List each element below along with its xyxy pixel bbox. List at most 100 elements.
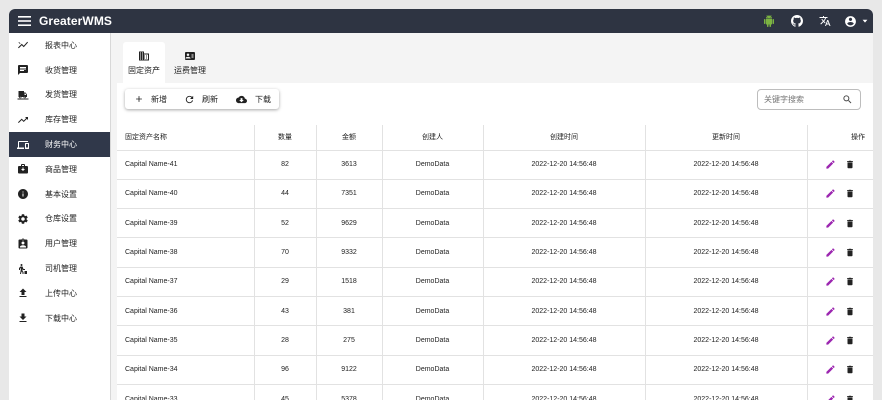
trash-icon[interactable] [845, 335, 855, 346]
table-row[interactable]: Capital Name-34 96 9122 DemoData 2022-12… [117, 355, 873, 385]
trash-icon[interactable] [845, 364, 855, 375]
trash-icon[interactable] [845, 247, 855, 258]
sidebar-item-basic-settings[interactable]: 基本设置 [9, 182, 110, 207]
cell-creator: DemoData [382, 208, 484, 239]
add-button[interactable]: 新增 [125, 89, 175, 109]
table-row[interactable]: Capital Name-37 29 1518 DemoData 2022-12… [117, 267, 873, 297]
pencil-icon[interactable] [825, 188, 836, 199]
cell-actions [807, 325, 873, 356]
table-row[interactable]: Capital Name-36 43 381 DemoData 2022-12-… [117, 296, 873, 327]
cell-creator: DemoData [382, 267, 484, 297]
driver-icon [9, 263, 37, 275]
sidebar-item-download[interactable]: 下载中心 [9, 306, 110, 331]
download-icon [9, 312, 37, 324]
pencil-icon[interactable] [825, 364, 836, 375]
table-row[interactable]: Capital Name-39 52 9629 DemoData 2022-12… [117, 208, 873, 239]
trash-icon[interactable] [845, 306, 855, 317]
pencil-icon[interactable] [825, 276, 836, 287]
translate-icon[interactable] [811, 9, 839, 33]
tab-freight[interactable]: 运费管理 [169, 42, 211, 83]
cell-qty: 45 [254, 384, 317, 400]
cell-created: 2022-12-20 14:56:48 [483, 267, 646, 297]
github-icon[interactable] [783, 9, 811, 33]
pencil-icon[interactable] [825, 247, 836, 258]
table-row[interactable]: Capital Name-38 70 9332 DemoData 2022-12… [117, 237, 873, 268]
trash-icon[interactable] [845, 188, 855, 199]
sidebar-item-receiving[interactable]: 收货管理 [9, 58, 110, 83]
trash-icon[interactable] [845, 394, 855, 400]
search-icon[interactable] [842, 94, 853, 105]
pencil-icon[interactable] [825, 218, 836, 229]
cell-amount: 275 [316, 325, 383, 356]
cell-name: Capital Name-36 [117, 296, 255, 327]
cell-updated: 2022-12-20 14:56:48 [645, 296, 808, 327]
cell-created: 2022-12-20 14:56:48 [483, 325, 646, 356]
trash-icon[interactable] [845, 218, 855, 229]
column-header-qty[interactable]: 数量 [254, 125, 317, 151]
table-row[interactable]: Capital Name-35 28 275 DemoData 2022-12-… [117, 325, 873, 356]
pencil-icon[interactable] [825, 306, 836, 317]
sidebar-item-finance[interactable]: 财务中心 [9, 132, 110, 157]
cell-created: 2022-12-20 14:56:48 [483, 237, 646, 268]
sidebar-item-warehouse-settings[interactable]: 仓库设置 [9, 207, 110, 232]
cell-creator: DemoData [382, 355, 484, 385]
top-header: GreaterWMS [9, 9, 873, 33]
column-header-updated[interactable]: 更新时间 [645, 125, 808, 151]
search-input[interactable] [764, 95, 840, 104]
cell-qty: 44 [254, 179, 317, 210]
cell-created: 2022-12-20 14:56:48 [483, 296, 646, 327]
cell-updated: 2022-12-20 14:56:48 [645, 355, 808, 385]
sub-tabs: 固定资产 运费管理 [111, 33, 873, 83]
trash-icon[interactable] [845, 159, 855, 170]
cell-updated: 2022-12-20 14:56:48 [645, 208, 808, 239]
cell-creator: DemoData [382, 150, 484, 180]
cell-amount: 9629 [316, 208, 383, 239]
cell-qty: 29 [254, 267, 317, 297]
account-icon [844, 15, 856, 27]
cell-qty: 82 [254, 150, 317, 180]
cell-name: Capital Name-40 [117, 179, 255, 210]
table-header-row: 固定资产名称 数量 金额 创建人 创建时间 更新时间 操作 [117, 125, 873, 151]
cell-amount: 3613 [316, 150, 383, 180]
cell-amount: 7351 [316, 179, 383, 210]
id-card-icon [184, 50, 196, 62]
cell-updated: 2022-12-20 14:56:48 [645, 179, 808, 210]
cell-actions [807, 208, 873, 239]
cell-name: Capital Name-35 [117, 325, 255, 356]
sidebar-item-goods[interactable]: 商品管理 [9, 157, 110, 182]
pencil-icon[interactable] [825, 159, 836, 170]
cell-amount: 9332 [316, 237, 383, 268]
table-row[interactable]: Capital Name-33 45 5378 DemoData 2022-12… [117, 384, 873, 400]
menu-icon[interactable] [10, 9, 38, 33]
table-row[interactable]: Capital Name-40 44 7351 DemoData 2022-12… [117, 179, 873, 210]
refresh-button[interactable]: 刷新 [175, 89, 226, 109]
trash-icon[interactable] [845, 276, 855, 287]
toolbar: 新增 刷新 下载 [117, 83, 873, 123]
sidebar-item-shipping[interactable]: 发货管理 [9, 83, 110, 108]
sidebar-item-drivers[interactable]: 司机管理 [9, 256, 110, 281]
android-icon[interactable] [755, 9, 783, 33]
sidebar-item-inventory[interactable]: 库存管理 [9, 107, 110, 132]
search-box [757, 89, 861, 110]
chart-line-icon [9, 39, 37, 51]
account-menu[interactable] [839, 9, 873, 33]
sidebar-item-upload[interactable]: 上传中心 [9, 281, 110, 306]
pencil-icon[interactable] [825, 394, 836, 400]
cell-name: Capital Name-39 [117, 208, 255, 239]
download-button[interactable]: 下载 [226, 89, 279, 109]
column-header-creator[interactable]: 创建人 [382, 125, 484, 151]
tab-fixed-assets[interactable]: 固定资产 [123, 42, 165, 83]
tab-label: 运费管理 [174, 65, 206, 75]
pencil-icon[interactable] [825, 335, 836, 346]
column-header-amount[interactable]: 金额 [316, 125, 383, 151]
cell-qty: 28 [254, 325, 317, 356]
sidebar-item-users[interactable]: 用户管理 [9, 231, 110, 256]
column-header-name[interactable]: 固定资产名称 [117, 125, 255, 151]
table-row[interactable]: Capital Name-41 82 3613 DemoData 2022-12… [117, 150, 873, 180]
user-badge-icon [9, 238, 37, 250]
sidebar-item-reports[interactable]: 报表中心 [9, 33, 110, 58]
cell-actions [807, 179, 873, 210]
cell-qty: 52 [254, 208, 317, 239]
action-button-group: 新增 刷新 下载 [125, 89, 279, 109]
column-header-created[interactable]: 创建时间 [483, 125, 646, 151]
